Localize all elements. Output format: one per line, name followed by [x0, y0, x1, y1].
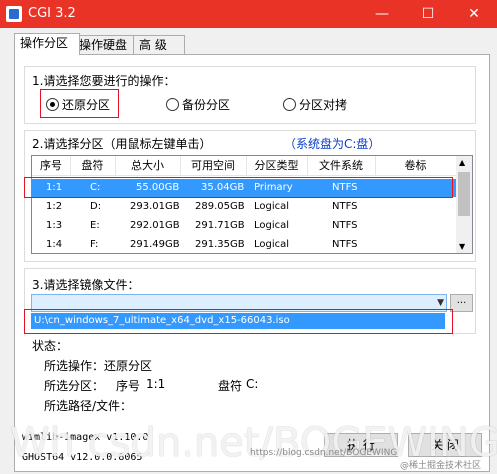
cell-drive: D:: [90, 201, 102, 212]
selected-partition-label: 所选分区：: [44, 379, 105, 393]
maximize-button[interactable]: ☐: [405, 0, 451, 28]
radio-restore-label: 还原分区: [62, 98, 111, 112]
selected-drive-label: 盘符: [218, 379, 243, 393]
cell-free: 291.35GB: [195, 239, 245, 250]
col-total-size[interactable]: 总大小: [115, 156, 181, 176]
partition-list-scrollbar[interactable]: ▲ ▼: [456, 156, 472, 253]
selected-partition-no-label: 序号: [116, 379, 141, 393]
minimize-button[interactable]: —: [359, 0, 405, 28]
cell-index: 1:4: [46, 239, 63, 250]
cell-index: 1:3: [46, 220, 63, 231]
watermark-url: https://blog.csdn.net/BOGEWING: [250, 448, 398, 458]
radio-backup-partition[interactable]: 备份分区: [166, 96, 230, 113]
partition-group-label: 2.请选择分区（用鼠标左键单击）: [32, 137, 212, 151]
radio-dot-selected: [46, 98, 59, 111]
browse-button[interactable]: ...: [450, 294, 473, 312]
partition-row[interactable]: 1:2 D: 293.01GB 289.05GB Logical NTFS: [32, 198, 456, 216]
cell-drive: F:: [90, 239, 99, 250]
partition-list-header: 序号 盘符 总大小 可用空间 分区类型 文件系统 卷标: [32, 156, 457, 176]
cell-drive: E:: [90, 220, 100, 231]
selected-operation-value: 还原分区: [104, 359, 153, 373]
col-index[interactable]: 序号: [32, 156, 71, 176]
cell-index: 1:2: [46, 201, 63, 212]
cell-type: Logical: [254, 220, 290, 231]
system-disk-note: （系统盘为C:盘）: [284, 137, 381, 151]
cell-fs: NTFS: [332, 201, 358, 212]
tab-operate-disk[interactable]: 操作硬盘: [73, 35, 139, 54]
scroll-thumb[interactable]: [458, 172, 470, 216]
partition-list[interactable]: 序号 盘符 总大小 可用空间 分区类型 文件系统 卷标 1:1 C: 55.00…: [31, 155, 473, 254]
cell-total: 292.01GB: [130, 220, 180, 231]
cell-fs: NTFS: [332, 220, 358, 231]
partition-row[interactable]: 1:4 F: 291.49GB 291.35GB Logical NTFS: [32, 236, 456, 253]
selected-row-highlight-box: [24, 177, 453, 198]
selected-operation-label: 所选操作：: [44, 359, 105, 373]
selected-drive-value: C:: [246, 377, 259, 391]
cell-free: 291.71GB: [195, 220, 245, 231]
radio-copy-partition[interactable]: 分区对拷: [283, 96, 347, 113]
col-drive[interactable]: 盘符: [70, 156, 116, 176]
scroll-up-icon[interactable]: ▲: [459, 158, 465, 167]
window-title: CGI 3.2: [28, 6, 76, 21]
col-free-space[interactable]: 可用空间: [180, 156, 247, 176]
dropdown-highlight-box: [24, 309, 453, 334]
cell-total: 291.49GB: [130, 239, 180, 250]
cell-type: Logical: [254, 201, 290, 212]
scroll-down-icon[interactable]: ▼: [459, 242, 465, 251]
image-file-group-label: 3.请选择镜像文件：: [32, 278, 140, 292]
operation-group-label: 1.请选择您要进行的操作：: [32, 74, 176, 88]
status-label: 状态：: [32, 339, 69, 353]
radio-copy-label: 分区对拷: [299, 98, 348, 112]
selected-path-label: 所选路径/文件：: [44, 399, 133, 413]
title-bar[interactable]: CGI 3.2 — ☐ ✕: [0, 0, 497, 28]
col-file-system[interactable]: 文件系统: [307, 156, 376, 176]
selected-partition-no-value: 1:1: [146, 377, 166, 391]
cell-total: 293.01GB: [130, 201, 180, 212]
close-window-button[interactable]: ✕: [451, 0, 497, 28]
cell-type: Logical: [254, 239, 290, 250]
app-icon: [6, 6, 22, 22]
col-volume-label[interactable]: 卷标: [375, 156, 457, 176]
radio-backup-label: 备份分区: [182, 98, 231, 112]
partition-row[interactable]: 1:3 E: 292.01GB 291.71GB Logical NTFS: [32, 217, 456, 235]
col-partition-type[interactable]: 分区类型: [246, 156, 308, 176]
radio-dot: [283, 98, 296, 111]
tab-operate-partition[interactable]: 操作分区: [14, 33, 80, 55]
radio-dot: [166, 98, 179, 111]
tab-advanced[interactable]: 高 级: [133, 35, 185, 54]
cell-fs: NTFS: [332, 239, 358, 250]
radio-restore-partition[interactable]: 还原分区: [46, 96, 110, 113]
cell-free: 289.05GB: [195, 201, 245, 212]
watermark-tag: @稀土掘金技术社区: [400, 461, 482, 471]
